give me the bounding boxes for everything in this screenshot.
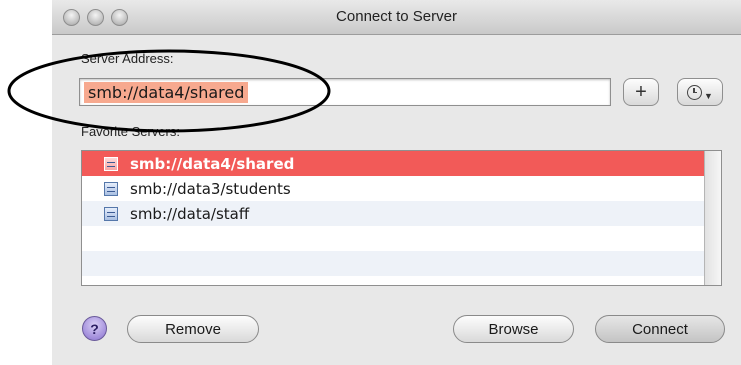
chevron-down-icon: ▼ bbox=[704, 91, 713, 101]
list-item[interactable]: smb://data3/students bbox=[82, 176, 704, 201]
favorite-servers-list[interactable]: smb://data4/shared smb://data3/students … bbox=[81, 150, 722, 286]
recent-servers-button[interactable]: ▼ bbox=[677, 78, 723, 106]
clock-icon bbox=[687, 84, 703, 100]
list-item-label: smb://data/staff bbox=[130, 204, 250, 223]
connect-to-server-window: Connect to Server Server Address: smb://… bbox=[52, 0, 741, 365]
empty-row bbox=[82, 226, 704, 251]
server-address-value[interactable]: smb://data4/shared bbox=[84, 82, 249, 103]
server-address-field[interactable]: smb://data4/shared bbox=[79, 78, 611, 106]
server-address-label: Server Address: bbox=[81, 51, 174, 66]
server-icon bbox=[104, 206, 118, 221]
title-bar[interactable]: Connect to Server bbox=[52, 0, 741, 35]
list-scrollbar[interactable] bbox=[704, 151, 721, 285]
browse-button[interactable]: Browse bbox=[453, 315, 574, 343]
empty-row bbox=[82, 251, 704, 276]
window-title: Connect to Server bbox=[336, 8, 457, 25]
plus-icon: + bbox=[635, 80, 647, 103]
favorite-servers-label: Favorite Servers: bbox=[81, 124, 180, 139]
list-item-label: smb://data4/shared bbox=[130, 154, 295, 173]
list-item-label: smb://data3/students bbox=[130, 179, 291, 198]
add-to-favorites-button[interactable]: + bbox=[623, 78, 659, 106]
server-icon bbox=[104, 156, 118, 171]
server-icon bbox=[104, 181, 118, 196]
help-button[interactable]: ? bbox=[82, 316, 107, 341]
connect-button[interactable]: Connect bbox=[595, 315, 725, 343]
list-item[interactable]: smb://data4/shared bbox=[82, 151, 704, 176]
remove-button[interactable]: Remove bbox=[127, 315, 259, 343]
favorite-servers-rows: smb://data4/shared smb://data3/students … bbox=[82, 151, 704, 285]
list-item[interactable]: smb://data/staff bbox=[82, 201, 704, 226]
